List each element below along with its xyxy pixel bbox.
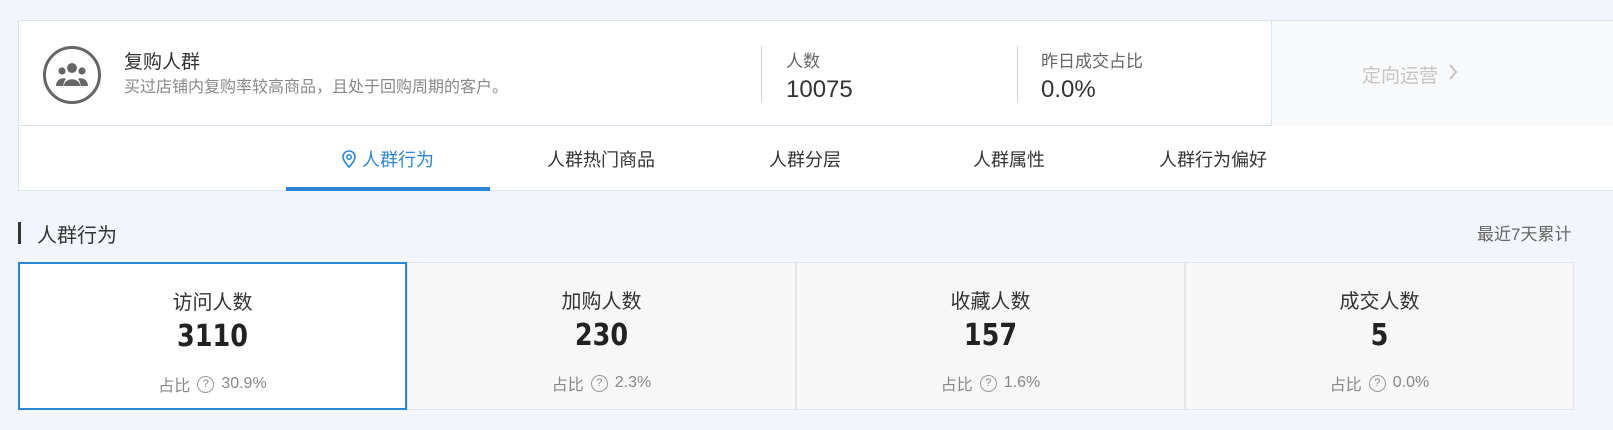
stat-value: 10075: [786, 76, 853, 103]
chevron-right-icon: [1448, 63, 1458, 87]
help-icon[interactable]: ?: [979, 374, 997, 392]
metric-ratio: 占比 ? 2.3%: [408, 371, 795, 395]
segment-title: 复购人群: [124, 52, 201, 73]
tab-popular-products[interactable]: 人群热门商品: [499, 127, 703, 191]
ratio-label: 占比: [551, 377, 584, 394]
metric-card-visitors[interactable]: 访问人数 3110 占比 ? 30.9%: [18, 262, 407, 410]
metric-label: 访问人数: [172, 292, 253, 314]
section-marker: [18, 222, 21, 244]
metric-label: 加购人数: [561, 291, 642, 313]
metric-card-add-to-cart[interactable]: 加购人数 230 占比 ? 2.3%: [407, 262, 796, 410]
metric-label: 收藏人数: [950, 291, 1031, 313]
metric-value: 157: [963, 318, 1018, 353]
metric-ratio: 占比 ? 30.9%: [20, 372, 405, 396]
help-icon[interactable]: ?: [1368, 374, 1386, 392]
section-header: 人群行为: [18, 219, 117, 247]
ratio-value: 0.0%: [1392, 374, 1430, 391]
divider: [761, 46, 762, 102]
metric-value: 5: [1370, 318, 1389, 353]
ratio-label: 占比: [158, 378, 191, 395]
stat-yesterday-ratio: 昨日成交占比 0.0%: [1041, 47, 1143, 104]
metric-value: 230: [574, 318, 629, 353]
tab-crowd-behavior[interactable]: 人群行为: [286, 127, 490, 191]
ratio-value: 2.3%: [614, 374, 652, 391]
metric-value: 3110: [177, 319, 248, 354]
tab-label: 人群分层: [769, 150, 841, 170]
stat-people-count: 人数 10075: [786, 47, 853, 104]
tab-label: 人群属性: [973, 150, 1045, 170]
action-area: 定向运营: [1271, 21, 1613, 126]
ratio-value: 1.6%: [1003, 374, 1041, 391]
tab-behavior-preferences[interactable]: 人群行为偏好: [1111, 127, 1315, 191]
tab-crowd-attributes[interactable]: 人群属性: [907, 127, 1111, 191]
location-pin-icon: [342, 150, 356, 168]
stat-label: 昨日成交占比: [1041, 52, 1143, 71]
ratio-label: 占比: [940, 377, 973, 394]
tab-label: 人群行为: [362, 150, 434, 170]
metric-ratio: 占比 ? 0.0%: [1186, 371, 1573, 395]
section-title: 人群行为: [37, 224, 117, 247]
tab-label: 人群行为偏好: [1159, 150, 1267, 170]
segment-description: 买过店铺内复购率较高商品，且处于回购周期的客户。: [124, 79, 509, 96]
help-icon[interactable]: ?: [590, 374, 608, 392]
metric-ratio: 占比 ? 1.6%: [797, 371, 1184, 395]
date-range-note: 最近7天累计: [1477, 225, 1572, 244]
metric-card-purchasers[interactable]: 成交人数 5 占比 ? 0.0%: [1185, 262, 1574, 410]
stat-value: 0.0%: [1041, 76, 1096, 103]
tab-crowd-tiers[interactable]: 人群分层: [703, 127, 907, 191]
stat-label: 人数: [786, 52, 820, 71]
tab-bar: 人群行为 人群热门商品 人群分层 人群属性 人群行为偏好: [19, 127, 1613, 191]
metric-cards: 访问人数 3110 占比 ? 30.9% 加购人数 230 占比 ? 2.3% …: [18, 262, 1613, 412]
targeted-operation-button[interactable]: 定向运营: [1362, 61, 1458, 88]
action-label: 定向运营: [1362, 66, 1439, 87]
metric-label: 成交人数: [1339, 291, 1420, 313]
help-icon[interactable]: ?: [197, 375, 215, 393]
ratio-label: 占比: [1329, 377, 1362, 394]
divider: [1017, 46, 1018, 102]
segment-card: 复购人群 买过店铺内复购率较高商品，且处于回购周期的客户。 人数 10075 昨…: [18, 20, 1613, 191]
segment-summary: 复购人群 买过店铺内复购率较高商品，且处于回购周期的客户。 人数 10075 昨…: [19, 21, 1613, 126]
ratio-value: 30.9%: [221, 375, 267, 392]
metric-card-favorites[interactable]: 收藏人数 157 占比 ? 1.6%: [796, 262, 1185, 410]
group-icon: [43, 46, 101, 104]
tab-label: 人群热门商品: [547, 150, 655, 170]
